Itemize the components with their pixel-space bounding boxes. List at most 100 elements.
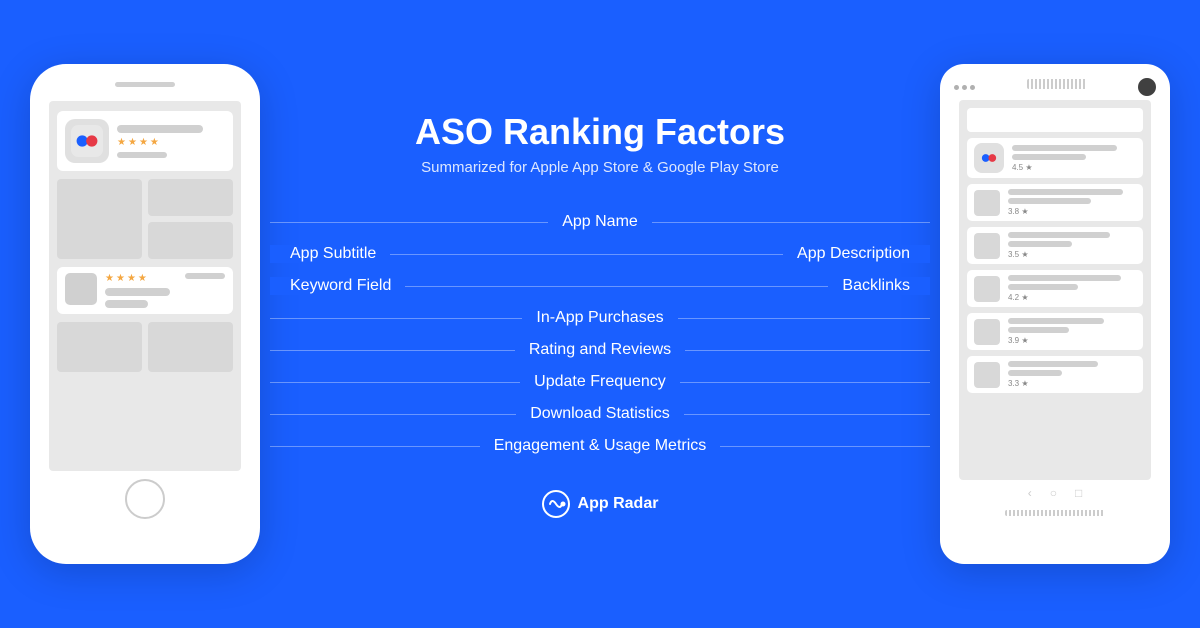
android-dot-3 — [970, 85, 975, 90]
brand-logo-icon — [542, 490, 570, 518]
android-rating-5: 3.9 ★ — [1008, 336, 1136, 345]
android-recent-btn: □ — [1075, 486, 1082, 500]
ios-rev-bar2 — [105, 300, 148, 308]
factor-engagement-metrics: Engagement & Usage Metrics — [270, 430, 930, 462]
android-dot-2 — [962, 85, 967, 90]
android-back-btn: ‹ — [1028, 486, 1032, 500]
android-list-item-2: 3.8 ★ — [967, 184, 1143, 221]
android-phone: 4.5 ★ 3.8 ★ 3.5 ★ — [940, 64, 1170, 564]
android-rating-4: 4.2 ★ — [1008, 293, 1136, 302]
brand-footer: App Radar — [542, 490, 659, 518]
factor-label-app-name: App Name — [548, 213, 652, 231]
android-item-info-1: 4.5 ★ — [1012, 145, 1136, 172]
android-item-info-6: 3.3 ★ — [1008, 361, 1136, 388]
android-item-info-3: 3.5 ★ — [1008, 232, 1136, 259]
ios-review-stars: ★ ★ ★ ★ — [105, 273, 177, 284]
android-bottom-speaker-grid — [1005, 510, 1105, 516]
ios-bar-name — [117, 125, 203, 133]
ios-rev-btn — [185, 273, 225, 279]
factor-label-rating-reviews: Rating and Reviews — [515, 341, 685, 359]
android-bar-6a — [1008, 361, 1098, 367]
android-camera — [1138, 78, 1156, 96]
factor-label-app-description: App Description — [783, 245, 930, 263]
android-bar-4b — [1008, 284, 1078, 290]
ios-app-info: ★ ★ ★ ★ — [117, 125, 225, 158]
android-rating-1: 4.5 ★ — [1012, 163, 1136, 172]
factor-label-in-app-purchases: In-App Purchases — [522, 309, 677, 327]
android-thumb-5 — [974, 319, 1000, 345]
center-content: ASO Ranking Factors Summarized for Apple… — [260, 111, 940, 518]
ios-app-row: ★ ★ ★ ★ — [57, 111, 233, 171]
android-dots — [954, 85, 975, 90]
android-top-bar — [940, 78, 1170, 96]
android-rating-6: 3.3 ★ — [1008, 379, 1136, 388]
ios-bottom-2 — [148, 322, 233, 372]
ios-screen: ★ ★ ★ ★ — [49, 101, 241, 471]
ios-home-button — [125, 479, 165, 519]
ios-review-thumb — [65, 273, 97, 305]
factor-update-frequency: Update Frequency — [270, 366, 930, 398]
factor-row-subtitle-description: App Subtitle App Description — [270, 238, 930, 270]
factor-in-app-purchases: In-App Purchases — [270, 302, 930, 334]
ios-stars: ★ ★ ★ ★ — [117, 137, 225, 148]
android-bar-4a — [1008, 275, 1121, 281]
android-screen: 4.5 ★ 3.8 ★ 3.5 ★ — [959, 100, 1151, 480]
rev-star2: ★ — [116, 273, 125, 284]
main-container: ★ ★ ★ ★ — [0, 0, 1200, 628]
android-search-bar — [967, 108, 1143, 132]
android-dot-1 — [954, 85, 959, 90]
ios-screenshot-1 — [57, 179, 142, 259]
android-bar-2b — [1008, 198, 1091, 204]
ios-bar-sub — [117, 152, 167, 158]
android-bar-3b — [1008, 241, 1072, 247]
ios-speaker — [115, 82, 175, 87]
ios-review-row: ★ ★ ★ ★ — [57, 267, 233, 314]
factor-label-update-frequency: Update Frequency — [520, 373, 680, 391]
android-app-icon-graphic-1 — [978, 147, 1000, 169]
android-item-info-5: 3.9 ★ — [1008, 318, 1136, 345]
android-bar-3a — [1008, 232, 1110, 238]
factor-label-keyword-field: Keyword Field — [270, 277, 405, 295]
android-bottom-speaker — [940, 506, 1170, 524]
rev-star3: ★ — [127, 273, 136, 284]
android-bar-6b — [1008, 370, 1062, 376]
rev-star4: ★ — [138, 273, 147, 284]
factor-label-engagement-metrics: Engagement & Usage Metrics — [480, 437, 721, 455]
factor-label-backlinks: Backlinks — [828, 277, 930, 295]
ios-bottom-1 — [57, 322, 142, 372]
ios-review-info: ★ ★ ★ ★ — [105, 273, 177, 308]
star1: ★ — [117, 137, 126, 148]
android-thumb-3 — [974, 233, 1000, 259]
android-speaker — [1027, 79, 1087, 89]
android-list-item-4: 4.2 ★ — [967, 270, 1143, 307]
android-item-info-2: 3.8 ★ — [1008, 189, 1136, 216]
factor-label-app-subtitle: App Subtitle — [270, 245, 390, 263]
android-bar-2a — [1008, 189, 1123, 195]
ios-phone: ★ ★ ★ ★ — [30, 64, 260, 564]
star2: ★ — [128, 137, 137, 148]
ios-screenshot-3 — [148, 222, 233, 259]
factor-row-keyword-backlinks: Keyword Field Backlinks — [270, 270, 930, 302]
android-app-icon-1 — [974, 143, 1004, 173]
android-bar-1a — [1012, 145, 1117, 151]
android-list-item-6: 3.3 ★ — [967, 356, 1143, 393]
android-thumb-4 — [974, 276, 1000, 302]
app-icon-graphic — [71, 125, 103, 157]
android-rating-2: 3.8 ★ — [1008, 207, 1136, 216]
brand-name: App Radar — [578, 495, 659, 513]
factors-list: App Name App Subtitle App Description Ke… — [270, 206, 930, 462]
android-item-info-4: 4.2 ★ — [1008, 275, 1136, 302]
android-bar-5a — [1008, 318, 1104, 324]
android-home-btn: ○ — [1050, 486, 1057, 500]
ios-bottom-screenshots — [57, 322, 233, 372]
factor-label-download-statistics: Download Statistics — [516, 405, 684, 423]
factor-download-statistics: Download Statistics — [270, 398, 930, 430]
android-list-item-3: 3.5 ★ — [967, 227, 1143, 264]
android-thumb-2 — [974, 190, 1000, 216]
factor-rating-reviews: Rating and Reviews — [270, 334, 930, 366]
rev-star1: ★ — [105, 273, 114, 284]
android-list-item-1: 4.5 ★ — [967, 138, 1143, 178]
android-nav-bar: ‹ ○ □ — [940, 480, 1170, 506]
android-rating-3: 3.5 ★ — [1008, 250, 1136, 259]
ios-app-icon — [65, 119, 109, 163]
